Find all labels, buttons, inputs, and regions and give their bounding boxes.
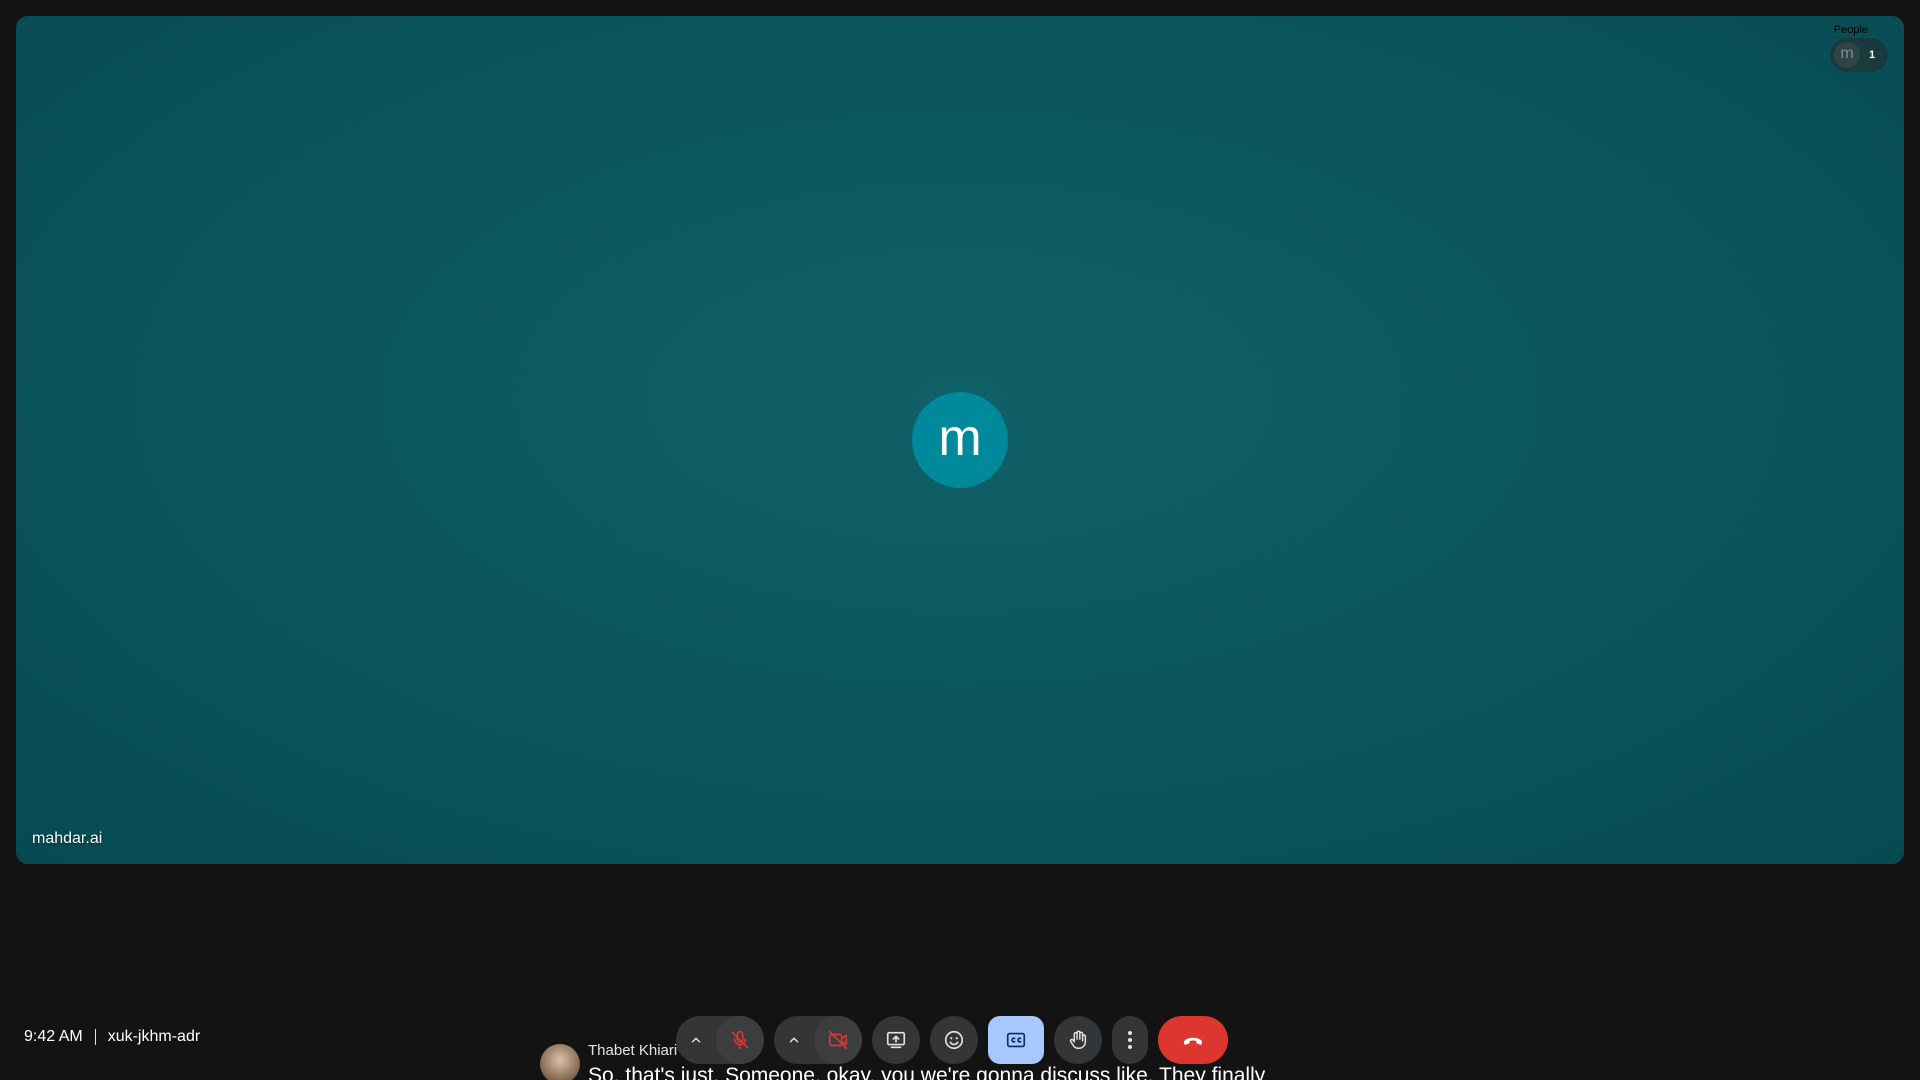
people-button[interactable]: m 1: [1830, 38, 1888, 72]
meeting-code[interactable]: xuk-jkhm-adr: [108, 1028, 200, 1046]
emoji-icon: [944, 1030, 964, 1050]
microphone-toggle-button[interactable]: [716, 1016, 764, 1064]
videocam-off-icon: [828, 1030, 848, 1050]
meet-window: m mahdar.ai People m 1 9:42 AM xuk-jkhm-…: [0, 0, 1920, 1080]
leave-call-button[interactable]: [1158, 1016, 1228, 1064]
meeting-info-divider: [94, 1029, 96, 1045]
captions-toggle-button[interactable]: [988, 1016, 1044, 1064]
chevron-up-icon: [789, 1037, 799, 1043]
caption-text: So, that's just. Someone, okay, you we'r…: [588, 1064, 1266, 1080]
caption-speaker: Thabet Khiari: [588, 1042, 678, 1059]
audio-options-button[interactable]: [676, 1016, 716, 1064]
people-label: People: [1833, 24, 1868, 36]
meeting-details: 9:42 AM xuk-jkhm-adr: [24, 1028, 200, 1046]
video-options-button[interactable]: [774, 1016, 814, 1064]
chevron-up-icon: [691, 1037, 701, 1043]
camera-toggle-button[interactable]: [814, 1016, 862, 1064]
closed-caption-icon: [1006, 1032, 1026, 1048]
video-control-group: [774, 1016, 862, 1064]
present-screen-button[interactable]: [872, 1016, 920, 1064]
more-vertical-icon: [1128, 1031, 1132, 1049]
participant-avatar: m: [912, 392, 1008, 488]
people-avatar: m: [1834, 42, 1860, 68]
more-options-button[interactable]: [1112, 1016, 1148, 1064]
reactions-button[interactable]: [930, 1016, 978, 1064]
audio-control-group: [676, 1016, 764, 1064]
participant-tile[interactable]: m mahdar.ai People m 1: [16, 16, 1904, 864]
call-controls-bar: [676, 1016, 1228, 1064]
raise-hand-icon: [1069, 1030, 1087, 1049]
raise-hand-button[interactable]: [1054, 1016, 1102, 1064]
speaker-avatar: [540, 1044, 580, 1080]
call-end-icon: [1183, 1037, 1203, 1045]
participant-name: mahdar.ai: [32, 830, 103, 847]
meeting-time: 9:42 AM: [24, 1028, 83, 1045]
present-screen-icon: [886, 1031, 906, 1049]
mic-off-icon: [731, 1030, 749, 1050]
people-count: 1: [1869, 49, 1876, 61]
